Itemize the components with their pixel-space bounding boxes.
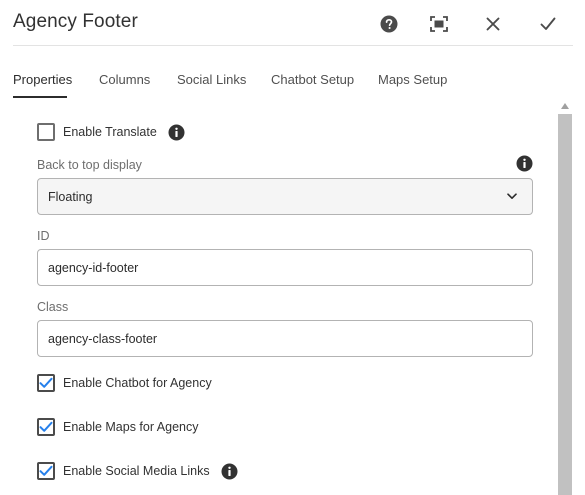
info-icon[interactable]	[168, 124, 185, 141]
help-circle-icon	[380, 15, 398, 33]
tab-chatbot-setup[interactable]: Chatbot Setup	[271, 72, 354, 87]
checkmark-icon	[39, 465, 53, 476]
back-to-top-value: Floating	[48, 189, 93, 204]
back-to-top-select[interactable]: Floating	[37, 178, 533, 215]
arrow-up-icon	[561, 103, 569, 109]
class-input[interactable]	[37, 320, 533, 357]
header-divider	[13, 45, 573, 46]
enable-translate-label: Enable Translate	[63, 125, 157, 139]
fullscreen-icon	[430, 16, 448, 32]
checkmark-icon	[39, 377, 53, 388]
done-button[interactable]	[536, 12, 560, 36]
enable-social-checkbox[interactable]	[37, 462, 55, 480]
enable-translate-row: Enable Translate	[37, 122, 185, 142]
scrollbar-thumb[interactable]	[558, 114, 572, 495]
scroll-up-button[interactable]	[558, 100, 572, 112]
dialog-title: Agency Footer	[13, 11, 138, 32]
fullscreen-button[interactable]	[427, 12, 451, 36]
info-icon[interactable]	[516, 155, 533, 177]
chevron-down-icon	[507, 193, 517, 199]
tab-columns[interactable]: Columns	[99, 72, 150, 87]
back-to-top-label: Back to top display	[37, 158, 142, 172]
enable-social-row: Enable Social Media Links	[37, 461, 238, 481]
help-button[interactable]	[377, 12, 401, 36]
checkmark-icon	[540, 17, 556, 30]
enable-maps-label: Enable Maps for Agency	[63, 420, 199, 434]
tab-properties[interactable]: Properties	[13, 72, 72, 87]
enable-chatbot-label: Enable Chatbot for Agency	[63, 376, 212, 390]
class-label: Class	[37, 300, 69, 314]
close-button[interactable]	[481, 12, 505, 36]
enable-maps-row: Enable Maps for Agency	[37, 417, 199, 437]
id-input[interactable]	[37, 249, 533, 286]
dialog-header: Agency Footer	[0, 0, 585, 46]
properties-panel: Enable Translate Back to top display Flo…	[37, 112, 533, 495]
enable-chatbot-checkbox[interactable]	[37, 374, 55, 392]
tab-maps-setup[interactable]: Maps Setup	[378, 72, 447, 87]
close-icon	[486, 17, 500, 31]
enable-chatbot-row: Enable Chatbot for Agency	[37, 373, 212, 393]
checkmark-icon	[39, 421, 53, 432]
enable-translate-checkbox[interactable]	[37, 123, 55, 141]
info-icon[interactable]	[221, 463, 238, 480]
tab-bar: Properties Columns Social Links Chatbot …	[0, 62, 585, 102]
active-tab-indicator	[13, 96, 67, 98]
id-label: ID	[37, 229, 50, 243]
tab-social-links[interactable]: Social Links	[177, 72, 246, 87]
enable-maps-checkbox[interactable]	[37, 418, 55, 436]
agency-footer-dialog: Agency Footer Properties Columns Social …	[0, 0, 585, 495]
enable-social-label: Enable Social Media Links	[63, 464, 210, 478]
